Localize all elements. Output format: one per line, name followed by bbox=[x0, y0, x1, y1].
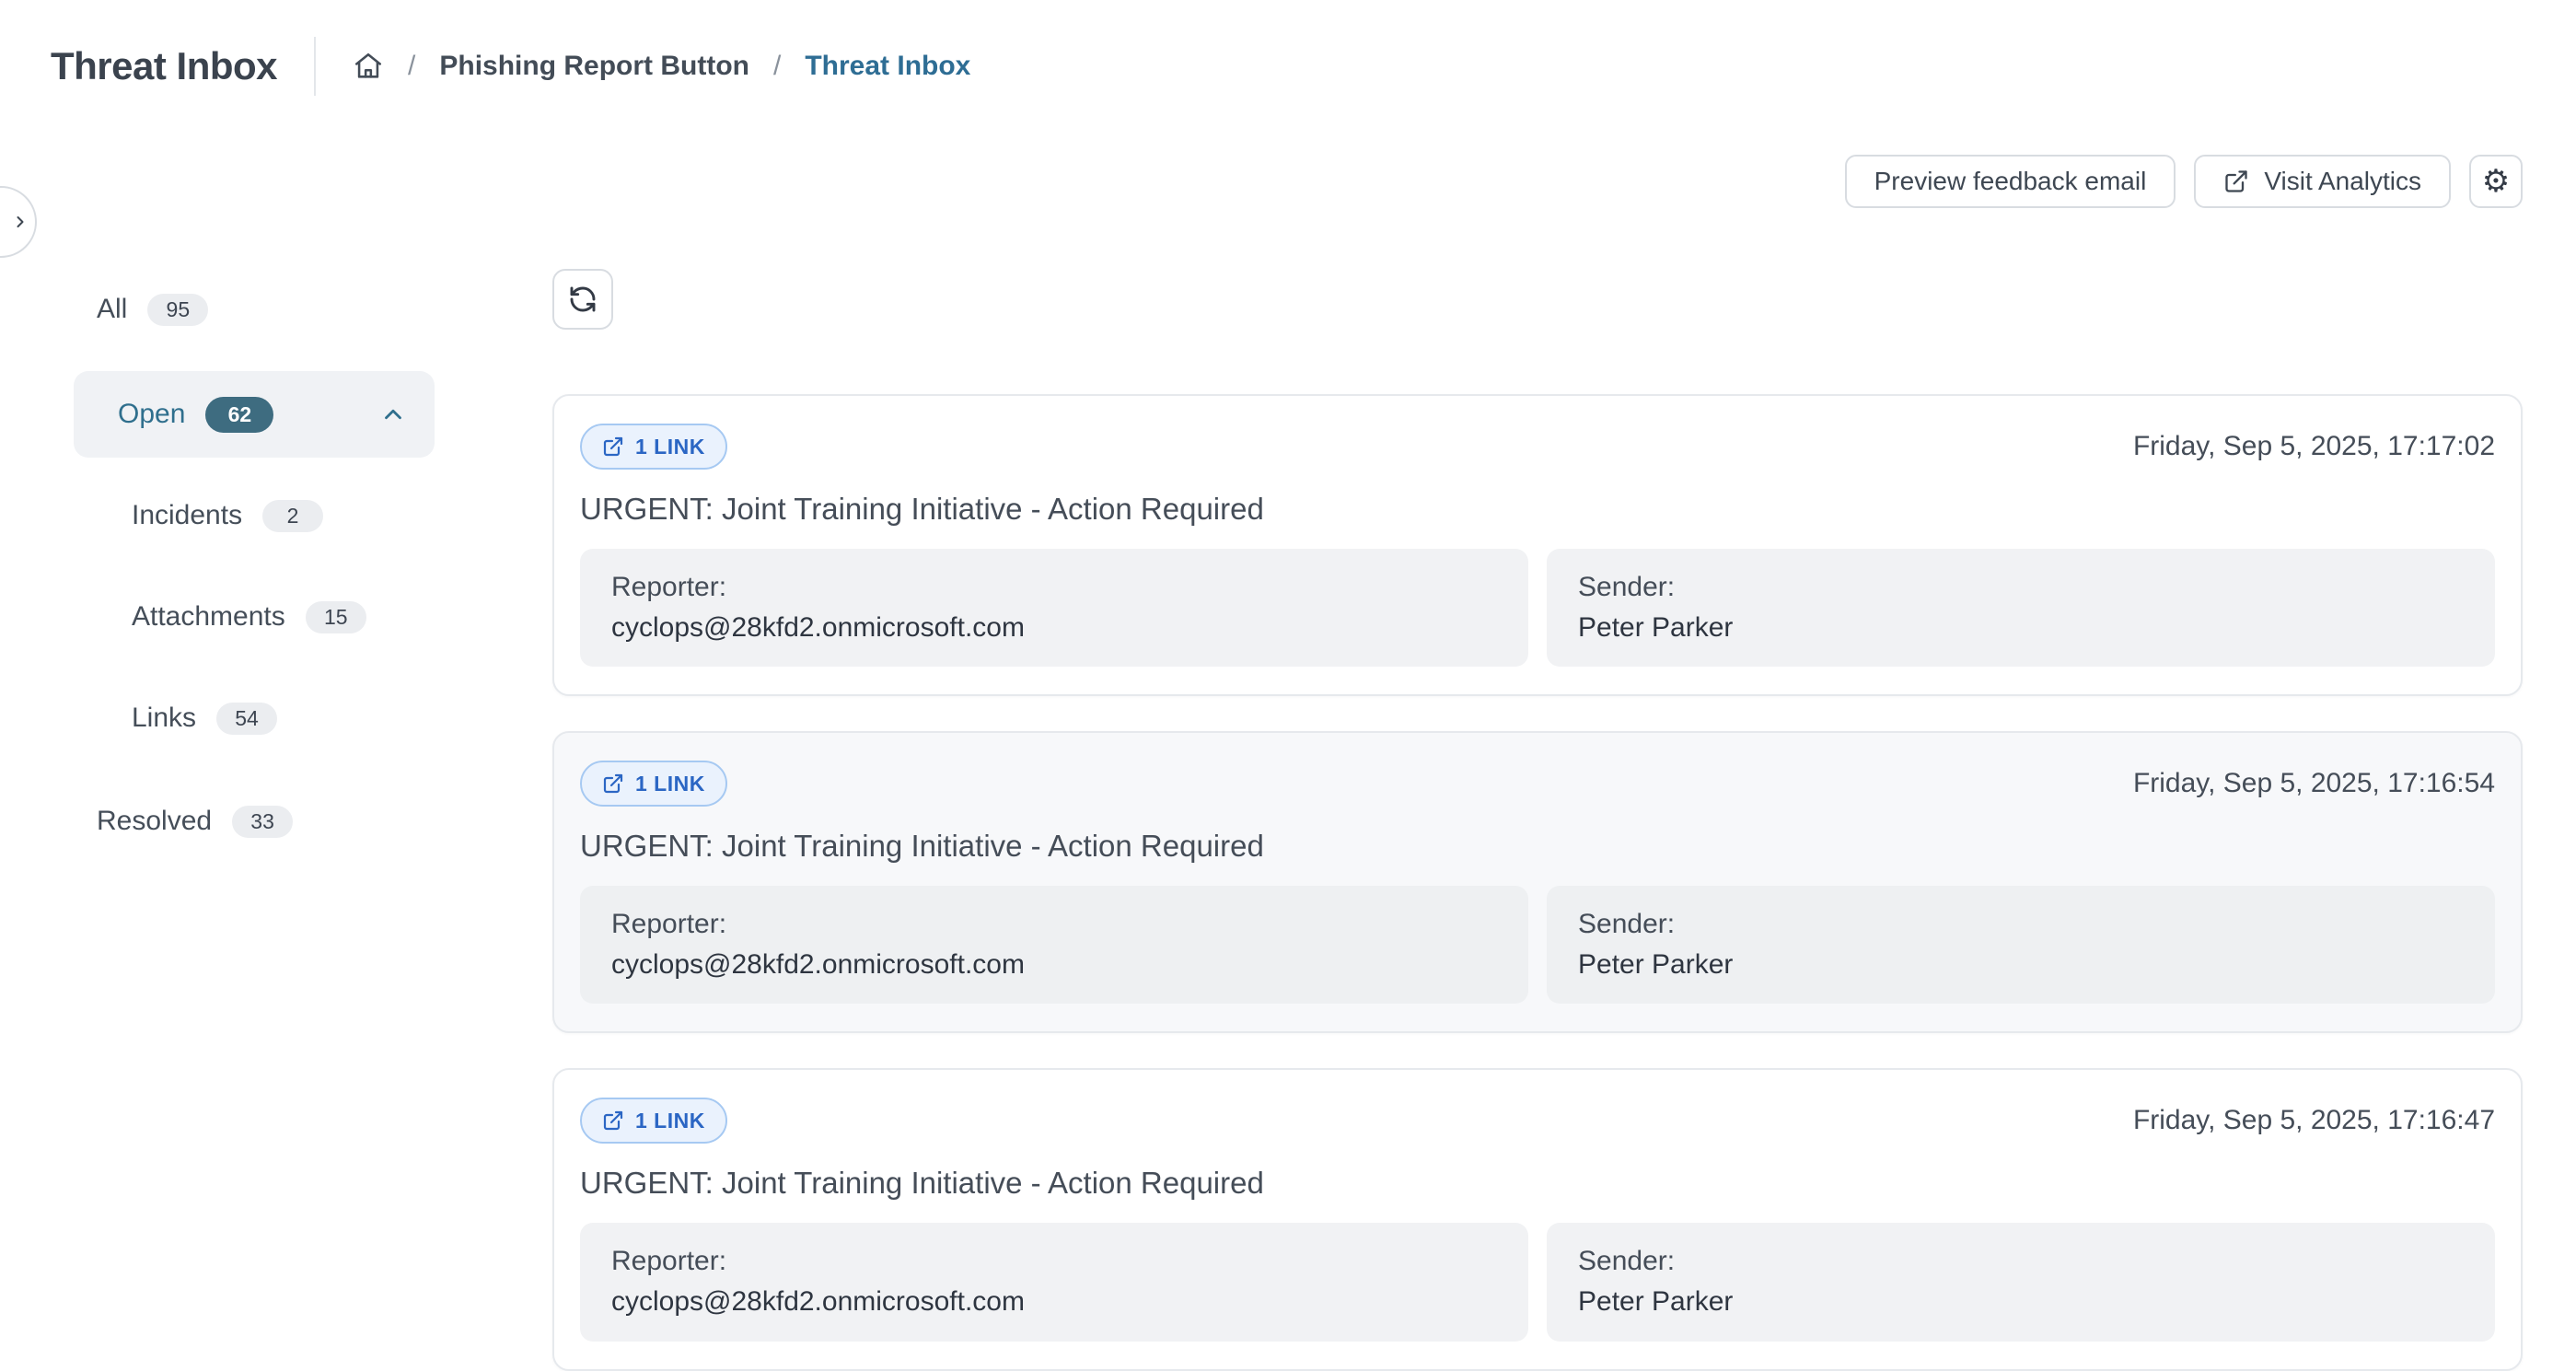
card-header: 1 LINK Friday, Sep 5, 2025, 17:16:47 bbox=[580, 1098, 2495, 1144]
card-subject: URGENT: Joint Training Initiative - Acti… bbox=[580, 829, 2495, 864]
visit-analytics-label: Visit Analytics bbox=[2264, 167, 2421, 196]
sidebar-item-links[interactable]: Links 54 bbox=[74, 698, 435, 738]
threat-card[interactable]: 1 LINK Friday, Sep 5, 2025, 17:16:47 URG… bbox=[552, 1068, 2523, 1370]
link-count-label: 1 LINK bbox=[635, 435, 705, 459]
threat-list: 1 LINK Friday, Sep 5, 2025, 17:17:02 URG… bbox=[552, 269, 2523, 1371]
header-divider bbox=[314, 37, 316, 96]
reporter-value: cyclops@28kfd2.onmicrosoft.com bbox=[611, 945, 1497, 985]
links-count-badge: 54 bbox=[216, 703, 277, 735]
sender-box: Sender: Peter Parker bbox=[1547, 549, 2495, 667]
sidebar: All 95 Open 62 Incidents 2 Attachments 1… bbox=[74, 289, 435, 842]
sender-box: Sender: Peter Parker bbox=[1547, 886, 2495, 1004]
sender-label: Sender: bbox=[1578, 904, 2464, 945]
sidebar-item-incidents-label: Incidents bbox=[132, 500, 242, 531]
reporter-box: Reporter: cyclops@28kfd2.onmicrosoft.com bbox=[580, 886, 1528, 1004]
preview-feedback-email-button[interactable]: Preview feedback email bbox=[1845, 155, 2176, 208]
link-count-label: 1 LINK bbox=[635, 1109, 705, 1133]
breadcrumb-item-phishing-report-button[interactable]: Phishing Report Button bbox=[439, 51, 749, 82]
sidebar-item-resolved[interactable]: Resolved 33 bbox=[74, 801, 435, 842]
link-count-badge[interactable]: 1 LINK bbox=[580, 424, 727, 470]
card-timestamp: Friday, Sep 5, 2025, 17:16:47 bbox=[2133, 1105, 2495, 1136]
reporter-value: cyclops@28kfd2.onmicrosoft.com bbox=[611, 608, 1497, 648]
threat-inbox-page: Threat Inbox / Phishing Report Button / … bbox=[0, 0, 2576, 1348]
link-count-badge[interactable]: 1 LINK bbox=[580, 1098, 727, 1144]
chevron-up-icon[interactable] bbox=[379, 401, 407, 428]
card-subject: URGENT: Joint Training Initiative - Acti… bbox=[580, 492, 2495, 527]
resolved-count-badge: 33 bbox=[232, 806, 293, 838]
open-count-badge: 62 bbox=[205, 397, 273, 433]
reporter-box: Reporter: cyclops@28kfd2.onmicrosoft.com bbox=[580, 549, 1528, 667]
sidebar-item-open[interactable]: Open 62 bbox=[74, 371, 435, 458]
page-title: Threat Inbox bbox=[51, 44, 277, 88]
sidebar-item-attachments[interactable]: Attachments 15 bbox=[74, 597, 435, 637]
chevron-right-icon bbox=[11, 213, 29, 231]
reporter-label: Reporter: bbox=[611, 904, 1497, 945]
sidebar-item-open-label: Open bbox=[118, 399, 185, 430]
reporter-box: Reporter: cyclops@28kfd2.onmicrosoft.com bbox=[580, 1223, 1528, 1341]
link-count-badge[interactable]: 1 LINK bbox=[580, 761, 727, 807]
threat-card[interactable]: 1 LINK Friday, Sep 5, 2025, 17:17:02 URG… bbox=[552, 394, 2523, 696]
incidents-count-badge: 2 bbox=[262, 500, 323, 532]
sender-value: Peter Parker bbox=[1578, 1282, 2464, 1322]
external-link-icon bbox=[2223, 168, 2249, 194]
sidebar-item-attachments-label: Attachments bbox=[132, 601, 285, 633]
all-count-badge: 95 bbox=[147, 294, 208, 326]
card-timestamp: Friday, Sep 5, 2025, 17:17:02 bbox=[2133, 431, 2495, 462]
sender-label: Sender: bbox=[1578, 567, 2464, 608]
visit-analytics-button[interactable]: Visit Analytics bbox=[2194, 155, 2451, 208]
sender-label: Sender: bbox=[1578, 1241, 2464, 1282]
header-actions: Preview feedback email Visit Analytics ⚙ bbox=[1845, 155, 2523, 208]
card-meta: Reporter: cyclops@28kfd2.onmicrosoft.com… bbox=[580, 549, 2495, 667]
link-count-label: 1 LINK bbox=[635, 772, 705, 796]
card-header: 1 LINK Friday, Sep 5, 2025, 17:16:54 bbox=[580, 761, 2495, 807]
reporter-label: Reporter: bbox=[611, 1241, 1497, 1282]
sidebar-item-resolved-label: Resolved bbox=[97, 806, 212, 837]
reporter-value: cyclops@28kfd2.onmicrosoft.com bbox=[611, 1282, 1497, 1322]
card-meta: Reporter: cyclops@28kfd2.onmicrosoft.com… bbox=[580, 886, 2495, 1004]
settings-button[interactable]: ⚙ bbox=[2469, 155, 2523, 208]
page-header: Threat Inbox / Phishing Report Button / … bbox=[51, 37, 2523, 96]
breadcrumb-separator: / bbox=[773, 51, 781, 82]
sidebar-item-all-label: All bbox=[97, 294, 127, 325]
preview-feedback-email-label: Preview feedback email bbox=[1874, 167, 2147, 196]
gear-icon: ⚙ bbox=[2482, 166, 2510, 197]
breadcrumb-separator: / bbox=[408, 51, 415, 82]
threat-cards: 1 LINK Friday, Sep 5, 2025, 17:17:02 URG… bbox=[552, 394, 2523, 1371]
breadcrumb-item-threat-inbox: Threat Inbox bbox=[805, 51, 970, 82]
sidebar-item-links-label: Links bbox=[132, 703, 196, 734]
card-header: 1 LINK Friday, Sep 5, 2025, 17:17:02 bbox=[580, 424, 2495, 470]
card-subject: URGENT: Joint Training Initiative - Acti… bbox=[580, 1166, 2495, 1201]
sidebar-collapse-button[interactable] bbox=[0, 186, 37, 258]
home-icon[interactable] bbox=[353, 51, 384, 82]
sidebar-item-all[interactable]: All 95 bbox=[74, 289, 435, 330]
refresh-button[interactable] bbox=[552, 269, 613, 330]
sender-value: Peter Parker bbox=[1578, 945, 2464, 985]
attachments-count-badge: 15 bbox=[306, 601, 366, 633]
reporter-label: Reporter: bbox=[611, 567, 1497, 608]
external-link-icon bbox=[602, 436, 624, 458]
threat-card[interactable]: 1 LINK Friday, Sep 5, 2025, 17:16:54 URG… bbox=[552, 731, 2523, 1033]
sidebar-open-children: Incidents 2 Attachments 15 Links 54 bbox=[74, 495, 435, 738]
card-meta: Reporter: cyclops@28kfd2.onmicrosoft.com… bbox=[580, 1223, 2495, 1341]
breadcrumb: / Phishing Report Button / Threat Inbox bbox=[353, 51, 970, 82]
sender-box: Sender: Peter Parker bbox=[1547, 1223, 2495, 1341]
sidebar-item-incidents[interactable]: Incidents 2 bbox=[74, 495, 435, 536]
sender-value: Peter Parker bbox=[1578, 608, 2464, 648]
refresh-icon bbox=[568, 285, 598, 314]
external-link-icon bbox=[602, 773, 624, 795]
external-link-icon bbox=[602, 1110, 624, 1132]
card-timestamp: Friday, Sep 5, 2025, 17:16:54 bbox=[2133, 768, 2495, 799]
